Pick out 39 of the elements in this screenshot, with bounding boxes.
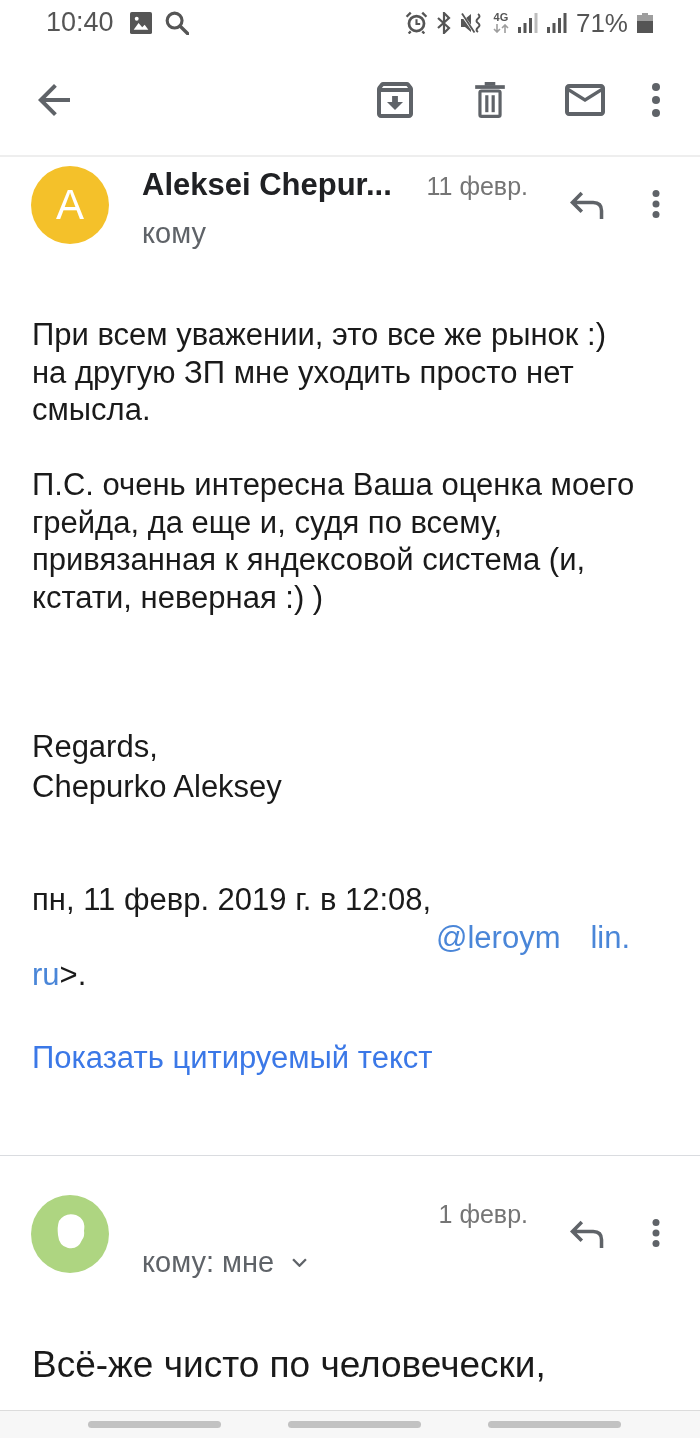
more-options-icon[interactable]	[652, 1218, 660, 1247]
data-arrows-icon	[492, 24, 509, 33]
email-link[interactable]: lin.	[590, 919, 631, 955]
message-paragraph: При всем уважении, это все же рынок :) на другую ЗП мне уходить просто нет смысла.	[32, 316, 606, 429]
search-icon	[164, 10, 189, 35]
image-icon	[129, 11, 152, 34]
battery-icon	[637, 12, 653, 33]
archive-icon[interactable]	[377, 82, 413, 118]
message-paragraph: Всё-же чисто по человечески,	[32, 1342, 546, 1387]
gesture-handle-icon[interactable]	[488, 1421, 621, 1428]
reply-icon[interactable]	[569, 191, 605, 219]
network-type: 4G	[493, 12, 509, 23]
quote-header: пн, 11 февр. 2019 г. в 12:08, @leroym lin. ru>.	[32, 881, 631, 994]
bluetooth-icon	[436, 11, 451, 34]
more-options-icon[interactable]	[652, 83, 660, 117]
gesture-handle-icon[interactable]	[88, 1421, 221, 1428]
reply-icon[interactable]	[569, 1219, 605, 1248]
alarm-icon	[404, 11, 428, 34]
battery-percent: 71%	[575, 9, 628, 36]
back-arrow-icon[interactable]	[38, 84, 70, 116]
mail-icon[interactable]	[565, 84, 605, 116]
gesture-handle-icon[interactable]	[288, 1421, 421, 1428]
show-quoted-link[interactable]: Показать цитируемый текст	[32, 1039, 433, 1077]
email-link[interactable]: @leroym	[436, 919, 561, 955]
signal-icon	[546, 12, 567, 33]
message-date: 1 февр.	[438, 1198, 528, 1230]
signal-icon	[517, 12, 538, 33]
more-options-icon[interactable]	[652, 190, 660, 218]
recipient-label: кому: мне	[142, 1246, 275, 1277]
chevron-down-icon[interactable]	[292, 1258, 308, 1267]
clock-time: 10:40	[46, 9, 114, 36]
message-paragraph: П.С. очень интересна Ваша оценка моего грейда, да еще и, судя по всему, привязанная к яндексовой система (и, кстати, неверная :) )	[32, 466, 635, 616]
avatar: A	[31, 166, 109, 244]
recipient-label: кому	[142, 218, 206, 248]
message-date: 11 февр.	[426, 171, 528, 202]
email-link[interactable]: ru	[32, 957, 60, 992]
delete-icon[interactable]	[475, 82, 505, 118]
sender-name: Aleksei Chepur...	[142, 169, 392, 201]
signature: Regards, Chepurko Aleksey	[32, 728, 282, 806]
